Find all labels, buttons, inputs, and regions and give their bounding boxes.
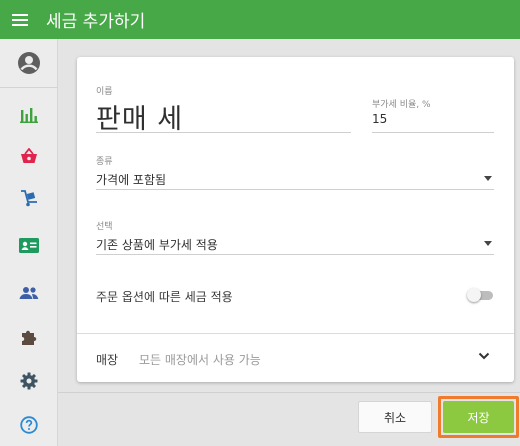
account-circle-icon — [18, 52, 40, 74]
id-card-icon — [19, 237, 39, 253]
page-title: 세금 추가하기 — [46, 12, 146, 32]
stores-expander[interactable]: 매장 모든 매장에서 사용 가능 — [77, 334, 514, 382]
tax-rate-label: 부가세 비율, % — [372, 100, 431, 110]
footer-divider — [58, 392, 520, 393]
stores-label: 매장 — [96, 353, 119, 367]
tax-name-field[interactable]: 이름 판매 세 — [96, 84, 351, 135]
people-icon — [19, 287, 39, 299]
save-button[interactable]: 저장 — [443, 401, 514, 433]
hamburger-menu-icon[interactable] — [0, 0, 40, 39]
tax-name-label: 이름 — [96, 87, 113, 97]
tax-rate-value: 15 — [372, 112, 388, 126]
tax-option-underline — [96, 254, 494, 255]
stores-value: 모든 매장에서 사용 가능 — [139, 353, 261, 367]
tax-form-card: 이름 판매 세 부가세 비율, % 15 종류 가격에 포함됨 선택 기존 상품… — [77, 57, 514, 382]
sidebar-divider — [0, 87, 58, 88]
sidebar-item-reports[interactable] — [0, 95, 58, 135]
sidebar — [0, 39, 58, 446]
sidebar-item-integrations[interactable] — [0, 317, 58, 357]
basket-icon — [21, 148, 37, 163]
tax-option-select[interactable]: 선택 기존 상품에 부가세 적용 — [96, 219, 494, 255]
order-option-tax-toggle[interactable] — [467, 288, 493, 302]
tax-rate-field[interactable]: 부가세 비율, % 15 — [372, 97, 494, 133]
help-circle-icon — [20, 416, 38, 434]
tax-type-underline — [96, 189, 494, 190]
tax-option-label: 선택 — [96, 222, 113, 232]
app-bar: 세금 추가하기 — [0, 0, 520, 39]
cancel-button[interactable]: 취소 — [358, 401, 432, 433]
sidebar-item-items[interactable] — [0, 178, 58, 218]
sidebar-item-settings[interactable] — [0, 361, 58, 401]
toggle-knob — [467, 288, 481, 302]
tax-type-label: 종류 — [96, 157, 113, 167]
sidebar-item-customers[interactable] — [0, 273, 58, 313]
tax-rate-underline — [372, 132, 494, 133]
sidebar-item-account[interactable] — [0, 43, 58, 83]
sidebar-item-employees[interactable] — [0, 225, 58, 265]
bar-chart-icon — [20, 108, 38, 123]
tax-name-underline — [96, 132, 351, 133]
dolly-icon — [21, 190, 37, 207]
sidebar-item-help[interactable] — [0, 405, 58, 445]
tax-type-select[interactable]: 종류 가격에 포함됨 — [96, 154, 494, 190]
tax-type-value: 가격에 포함됨 — [96, 173, 167, 187]
chevron-down-icon — [478, 352, 490, 360]
dropdown-arrow-icon — [484, 241, 492, 246]
dropdown-arrow-icon — [484, 176, 492, 181]
order-option-tax-label: 주문 옵션에 따른 세금 적용 — [96, 290, 233, 304]
tax-option-value: 기존 상품에 부가세 적용 — [96, 238, 218, 252]
sidebar-item-sales[interactable] — [0, 136, 58, 176]
puzzle-icon — [22, 330, 37, 345]
gear-icon — [20, 372, 38, 390]
tax-name-value: 판매 세 — [96, 104, 184, 135]
